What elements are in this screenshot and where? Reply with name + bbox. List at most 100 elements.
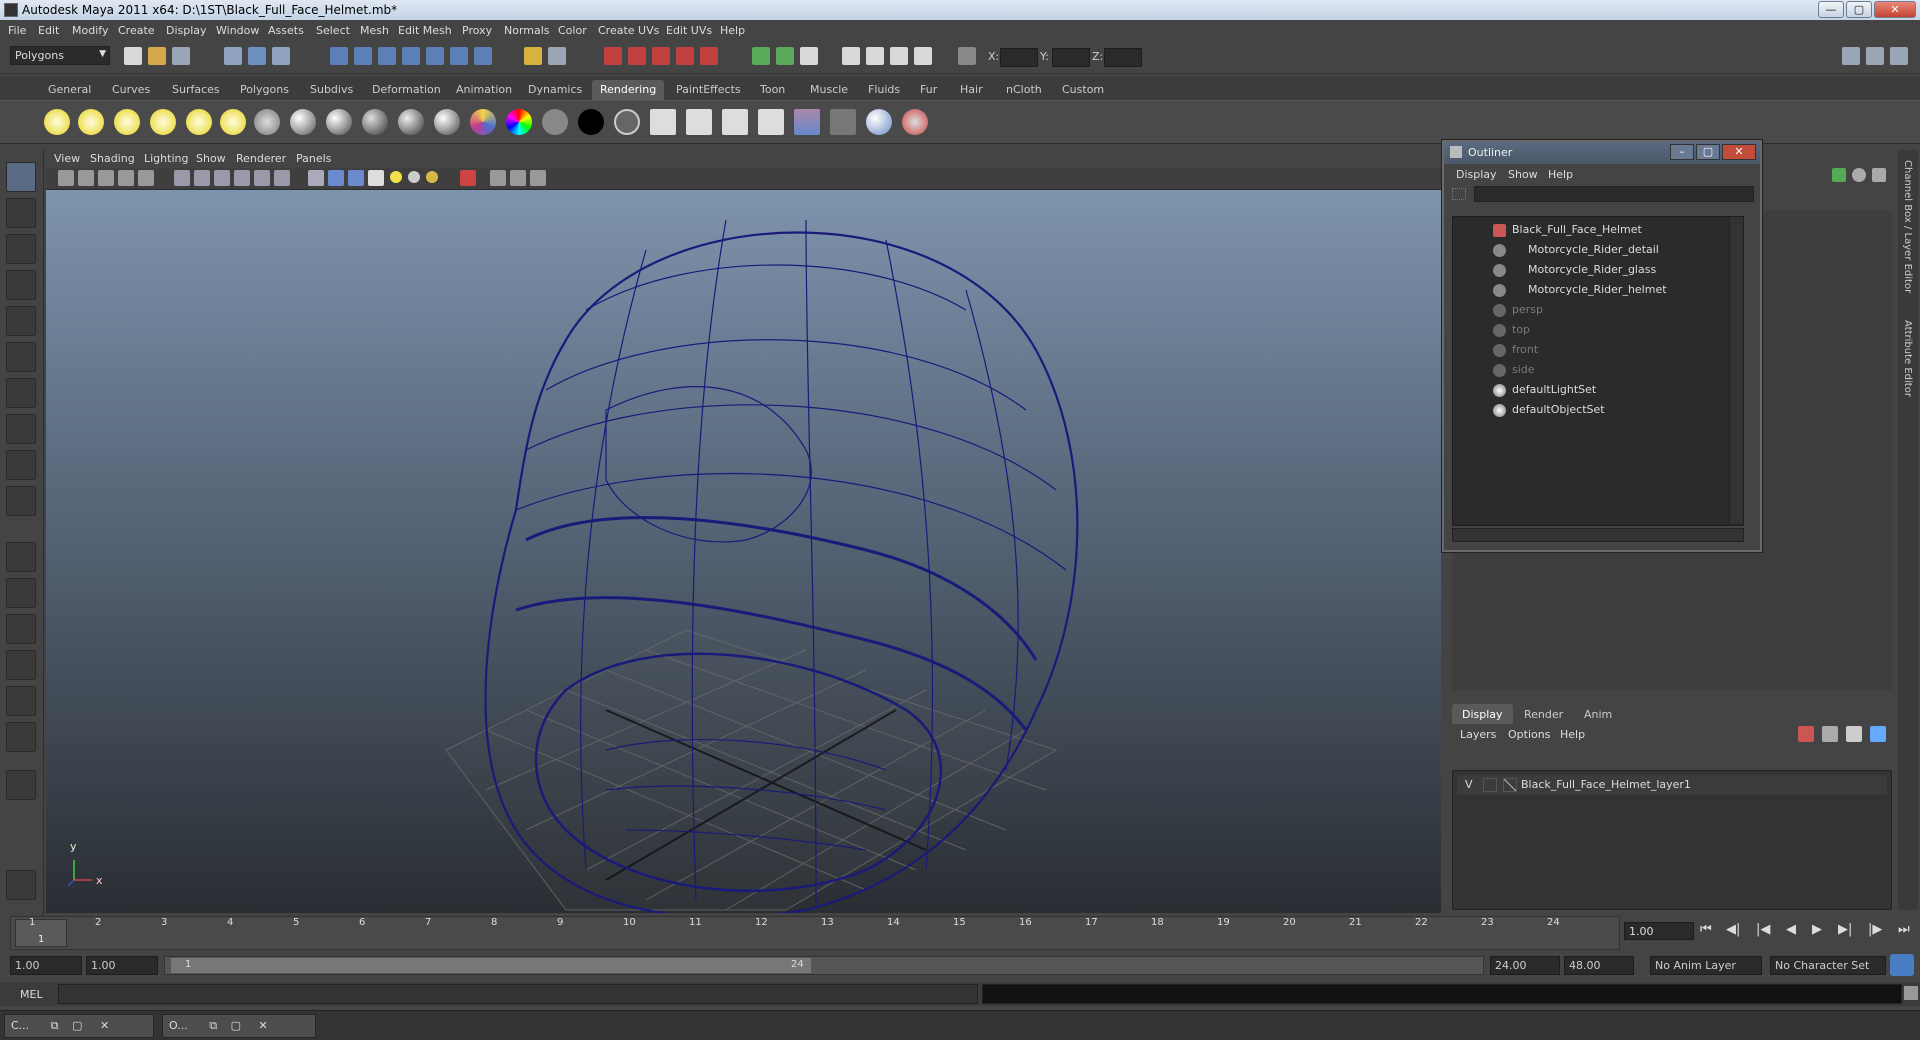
command-input[interactable]: [58, 984, 978, 1004]
outliner-filter-field[interactable]: [1474, 186, 1754, 202]
camera-icon[interactable]: [254, 109, 280, 135]
menu-assets[interactable]: Assets: [268, 24, 304, 37]
close-icon[interactable]: ✕: [258, 1019, 267, 1032]
outliner-menu-help[interactable]: Help: [1548, 168, 1573, 181]
wireframe-icon[interactable]: [308, 170, 324, 186]
shelf-tab-rendering[interactable]: Rendering: [592, 80, 665, 100]
last-tool-icon[interactable]: [6, 486, 36, 516]
layer-tab-anim[interactable]: Anim: [1574, 704, 1622, 724]
modeling-toolkit-icon[interactable]: [1842, 47, 1860, 65]
safe-action-icon[interactable]: [254, 170, 270, 186]
history-icon[interactable]: [474, 47, 492, 65]
current-time-field[interactable]: 1.00: [1624, 922, 1694, 940]
persp-graph-layout-icon[interactable]: [6, 650, 36, 680]
paint-select-tool-icon[interactable]: [6, 234, 36, 264]
render-settings-icon[interactable]: [676, 47, 694, 65]
render-view-shelf-icon[interactable]: [794, 109, 820, 135]
default-light-icon[interactable]: [390, 171, 402, 183]
outliner-row-top[interactable]: top: [1493, 323, 1530, 341]
single-pane-layout-icon[interactable]: [6, 542, 36, 572]
menu-display[interactable]: Display: [166, 24, 207, 37]
paint-canvas-icon[interactable]: [830, 109, 856, 135]
field-chart-icon[interactable]: [234, 170, 250, 186]
outliner-close-button[interactable]: ✕: [1722, 144, 1756, 160]
layer-menu-help[interactable]: Help: [1560, 728, 1585, 741]
universal-manip-icon[interactable]: [6, 378, 36, 408]
shadows-icon[interactable]: [426, 171, 438, 183]
layout-options-icon[interactable]: [6, 770, 36, 800]
shelf-tab-ncloth[interactable]: nCloth: [998, 80, 1050, 100]
outliner-row-front[interactable]: front: [1493, 343, 1538, 361]
layer-tab-display[interactable]: Display: [1452, 704, 1513, 724]
outliner-vertical-scrollbar[interactable]: [1729, 217, 1743, 523]
select-component-icon[interactable]: [272, 47, 290, 65]
shelf-tab-toon[interactable]: Toon: [752, 80, 793, 100]
directional-light-icon[interactable]: [78, 109, 104, 135]
safe-title-icon[interactable]: [274, 170, 290, 186]
rotate-tool-icon[interactable]: [6, 306, 36, 336]
use-background-icon[interactable]: [578, 109, 604, 135]
minimized-window-o[interactable]: O... ⧉ ▢ ✕: [162, 1014, 316, 1038]
camera-select-icon[interactable]: [58, 170, 74, 186]
shelf-tab-fluids[interactable]: Fluids: [860, 80, 908, 100]
hypershade-shelf-icon[interactable]: [758, 109, 784, 135]
layer-row[interactable]: V Black_Full_Face_Helmet_layer1: [1457, 775, 1887, 795]
maximize-button[interactable]: ▢: [1846, 1, 1872, 18]
restore-icon[interactable]: ⧉: [209, 1019, 217, 1032]
snap-surface-icon[interactable]: [426, 47, 444, 65]
range-slider[interactable]: 1 24: [164, 956, 1484, 975]
filter-toggle-icon[interactable]: [1452, 188, 1466, 200]
layer-menu-layers[interactable]: Layers: [1460, 728, 1496, 741]
anisotropic-shader-icon[interactable]: [290, 109, 316, 135]
textured-icon[interactable]: [368, 170, 384, 186]
menu-select[interactable]: Select: [316, 24, 350, 37]
wireframe-on-shaded-icon[interactable]: [348, 170, 364, 186]
image-plane-icon[interactable]: [118, 170, 134, 186]
shelf-tab-surfaces[interactable]: Surfaces: [164, 80, 228, 100]
menu-create-uvs[interactable]: Create UVs: [598, 24, 659, 37]
ramp-shader-icon[interactable]: [470, 109, 496, 135]
menu-set-selector[interactable]: Polygons ▼: [10, 46, 110, 65]
snap-curve-icon[interactable]: [354, 47, 372, 65]
absolute-transform-icon[interactable]: [958, 47, 976, 65]
viewport-menu-view[interactable]: View: [54, 152, 80, 165]
volume-light-icon[interactable]: [220, 109, 246, 135]
layer-visibility-toggle[interactable]: V: [1465, 778, 1473, 791]
new-scene-icon[interactable]: [124, 47, 142, 65]
layer-type-toggle[interactable]: [1483, 778, 1497, 792]
shading-map-icon[interactable]: [506, 109, 532, 135]
character-set-selector[interactable]: No Character Set: [1770, 956, 1886, 975]
menu-proxy[interactable]: Proxy: [462, 24, 492, 37]
current-frame-marker[interactable]: 1: [15, 919, 67, 947]
shelf-tab-fur[interactable]: Fur: [912, 80, 945, 100]
end-time-field[interactable]: 48.00: [1564, 956, 1634, 975]
viewport-menu-panels[interactable]: Panels: [296, 152, 331, 165]
play-forwards-icon[interactable]: ▶: [1812, 922, 1822, 937]
lock-icon[interactable]: [524, 47, 542, 65]
minimize-button[interactable]: —: [1818, 1, 1844, 18]
isolate-select-icon[interactable]: [490, 170, 506, 186]
viewport-menu-show[interactable]: Show: [196, 152, 226, 165]
lambert-shader-icon[interactable]: [362, 109, 388, 135]
shelf-tab-painteffects[interactable]: PaintEffects: [668, 80, 749, 100]
anim-layer-selector[interactable]: No Anim Layer: [1650, 956, 1762, 975]
scale-tool-icon[interactable]: [6, 342, 36, 372]
close-icon[interactable]: ✕: [100, 1019, 109, 1032]
hypergraph-toggle-icon[interactable]: [1890, 47, 1908, 65]
relative-transform-icon[interactable]: [776, 47, 794, 65]
phonge-shader-icon[interactable]: [434, 109, 460, 135]
resolution-gate-icon[interactable]: [194, 170, 210, 186]
outliner-row-lightset[interactable]: defaultLightSet: [1493, 383, 1596, 401]
spot-light-icon[interactable]: [150, 109, 176, 135]
go-to-start-icon[interactable]: ⏮: [1700, 922, 1712, 937]
step-forward-key-icon[interactable]: ▶|: [1838, 922, 1852, 937]
render-frame-icon[interactable]: [628, 47, 646, 65]
shelf-tab-hair[interactable]: Hair: [952, 80, 991, 100]
layer-tab-render[interactable]: Render: [1514, 704, 1573, 724]
outliner-row-side[interactable]: side: [1493, 363, 1535, 381]
viewport-menu-renderer[interactable]: Renderer: [236, 152, 286, 165]
ambient-light-icon[interactable]: [44, 109, 70, 135]
channel-box-icon[interactable]: [1832, 168, 1846, 182]
new-layer-selected-icon[interactable]: [1798, 726, 1814, 742]
high-quality-icon[interactable]: [460, 170, 476, 186]
